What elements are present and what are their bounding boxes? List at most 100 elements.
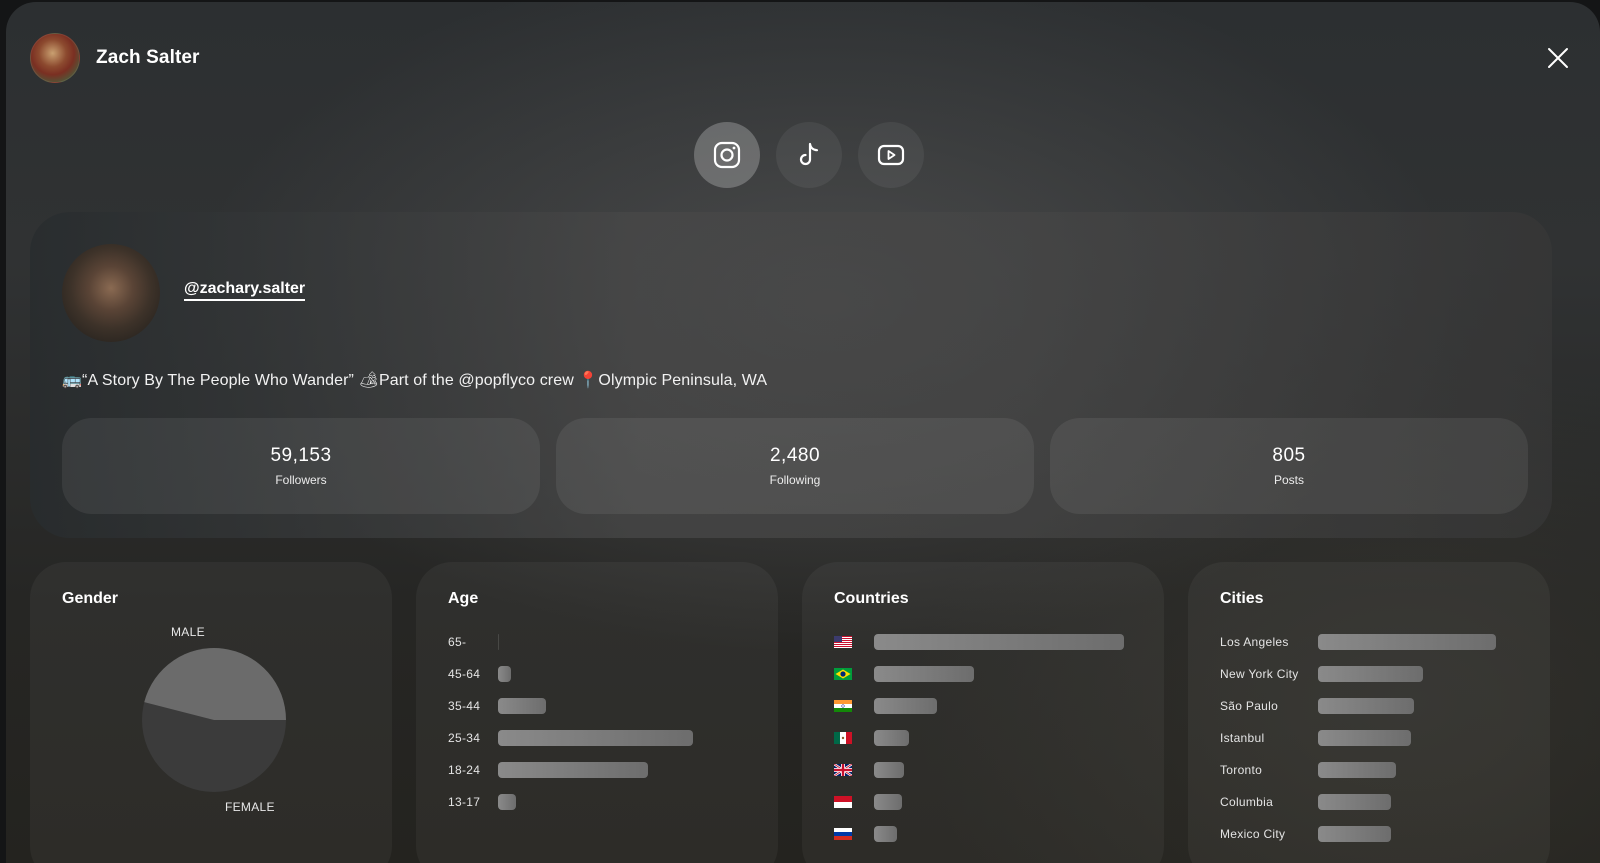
bar-track xyxy=(874,634,1124,650)
id-flag-icon xyxy=(834,796,874,808)
city-bar-row: Mexico City xyxy=(1220,826,1496,842)
tab-instagram[interactable] xyxy=(694,122,760,188)
stat-label: Followers xyxy=(275,473,327,487)
bar-label: 65- xyxy=(448,635,467,649)
city-bar-row: Columbia xyxy=(1220,794,1496,810)
bar-label: 13-17 xyxy=(448,795,481,809)
us-flag-icon xyxy=(834,636,874,648)
bar-track xyxy=(874,762,1124,778)
bar-fill xyxy=(874,826,897,842)
ru-flag-icon xyxy=(834,828,874,840)
stat-value: 2,480 xyxy=(769,445,821,466)
bar-track xyxy=(874,794,1124,810)
stat-value: 805 xyxy=(1272,445,1306,466)
bar-track xyxy=(498,666,748,682)
bar-fill xyxy=(1318,634,1496,650)
bar-track xyxy=(874,730,1124,746)
bar-label: 18-24 xyxy=(448,763,481,777)
bar-label: Toronto xyxy=(1220,763,1263,777)
bar-fill xyxy=(874,794,902,810)
age-bar-row: 25-34 xyxy=(448,730,748,746)
gender-panel: Gender MALE FEMALE xyxy=(30,562,392,863)
bar-fill xyxy=(498,762,648,778)
bar-fill xyxy=(874,666,974,682)
bar-fill xyxy=(874,698,937,714)
close-icon xyxy=(1548,48,1568,68)
bar-label: Los Angeles xyxy=(1220,635,1289,649)
profile-avatar xyxy=(62,244,160,342)
panel-title: Cities xyxy=(1220,590,1264,607)
female-label: FEMALE xyxy=(225,800,275,814)
bar-track xyxy=(874,826,1124,842)
bar-label: New York City xyxy=(1220,667,1299,681)
age-bar-row: 45-64 xyxy=(448,666,748,682)
bar-fill xyxy=(1318,762,1396,778)
bar-track xyxy=(498,634,748,650)
bar-fill xyxy=(1318,666,1423,682)
audience-panels: Gender MALE FEMALE Age 65- 45-64 35-44 25-3… xyxy=(30,562,1550,863)
bar-label: Mexico City xyxy=(1220,827,1286,841)
gender-pie-chart: MALE FEMALE xyxy=(30,562,392,863)
country-bar-row xyxy=(834,698,1124,714)
bar-track xyxy=(1318,826,1496,842)
stat-label: Posts xyxy=(1273,473,1304,487)
bar-track xyxy=(874,666,1124,682)
country-bar-row xyxy=(834,762,1124,778)
profile-handle-link[interactable]: @zachary.salter xyxy=(184,280,306,301)
panel-title: Countries xyxy=(834,590,909,607)
tab-youtube[interactable] xyxy=(858,122,924,188)
age-bar-row: 65- xyxy=(448,634,748,650)
city-bar-row: São Paulo xyxy=(1220,698,1496,714)
bar-fill xyxy=(874,762,904,778)
bar-label: 35-44 xyxy=(448,699,481,713)
country-bar-row xyxy=(834,666,1124,682)
in-flag-icon xyxy=(834,700,874,712)
bar-label: Columbia xyxy=(1220,795,1274,809)
bar-fill xyxy=(498,634,499,650)
country-bar-row xyxy=(834,826,1124,842)
bar-track xyxy=(1318,730,1496,746)
age-bar-row: 35-44 xyxy=(448,698,748,714)
city-bar-list: Los Angeles New York City São Paulo Istanbu… xyxy=(1220,634,1496,858)
avatar xyxy=(30,33,80,83)
bar-track xyxy=(1318,634,1496,650)
creator-name: Zach Salter xyxy=(96,47,200,68)
cities-panel: Cities Los Angeles New York City São Paulo… xyxy=(1188,562,1550,863)
bar-fill xyxy=(498,730,693,746)
bar-track xyxy=(1318,762,1496,778)
city-bar-row: New York City xyxy=(1220,666,1496,682)
bar-track xyxy=(498,730,748,746)
stat-following: 2,480 Following xyxy=(556,418,1034,514)
tab-tiktok[interactable] xyxy=(776,122,842,188)
bar-track xyxy=(1318,794,1496,810)
bar-fill xyxy=(498,666,511,682)
bar-fill xyxy=(1318,730,1411,746)
bar-track xyxy=(1318,666,1496,682)
stat-label: Following xyxy=(769,473,821,487)
gb-flag-icon xyxy=(834,764,874,776)
age-panel: Age 65- 45-64 35-44 25-34 18-24 13-17 xyxy=(416,562,778,863)
bar-track xyxy=(874,698,1124,714)
mx-flag-icon xyxy=(834,732,874,744)
bar-track xyxy=(1318,698,1496,714)
age-bar-row: 18-24 xyxy=(448,762,748,778)
profile-bio: 🚌“A Story By The People Who Wander” 🏕Par… xyxy=(62,372,768,389)
country-bar-row xyxy=(834,794,1124,810)
bar-fill xyxy=(1318,794,1391,810)
close-button[interactable] xyxy=(1546,46,1570,70)
instagram-icon xyxy=(713,141,741,169)
bar-fill xyxy=(874,730,909,746)
stat-value: 59,153 xyxy=(270,445,332,466)
creator-profile-modal: Zach Salter @zachary.salter 🚌“A Story By… xyxy=(6,2,1600,863)
stat-posts: 805 Posts xyxy=(1050,418,1528,514)
bar-fill xyxy=(1318,698,1414,714)
platform-tabs xyxy=(6,122,1600,188)
bar-track xyxy=(498,698,748,714)
country-bar-row xyxy=(834,634,1124,650)
countries-panel: Countries xyxy=(802,562,1164,863)
stat-followers: 59,153 Followers xyxy=(62,418,540,514)
city-bar-row: Istanbul xyxy=(1220,730,1496,746)
bar-track xyxy=(498,794,748,810)
bar-fill xyxy=(874,634,1124,650)
bar-track xyxy=(498,762,748,778)
